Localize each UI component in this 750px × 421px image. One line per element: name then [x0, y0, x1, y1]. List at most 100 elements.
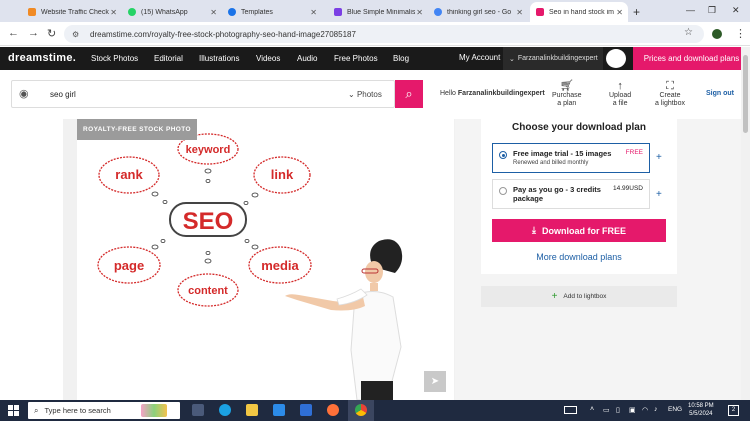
visual-search-eye-icon[interactable]: ◉ — [19, 87, 29, 100]
plan-option-pay-as-you-go[interactable]: Pay as you go - 3 credits package 14.99U… — [492, 179, 650, 209]
google-favicon-icon — [434, 8, 442, 16]
nav-illustrations[interactable]: Illustrations — [199, 54, 239, 63]
close-tab-icon[interactable]: ✕ — [210, 8, 217, 17]
plan-option-free-trial[interactable]: Free image trial - 15 images Renewed and… — [492, 143, 650, 173]
scrollbar-thumb[interactable] — [743, 55, 748, 133]
link-bubble: link — [243, 156, 311, 206]
file-explorer-icon[interactable] — [246, 404, 258, 416]
mail-icon[interactable] — [300, 404, 312, 416]
purchase-plan-button[interactable]: 🛒︎ Purchase a plan — [552, 81, 582, 108]
my-account-link[interactable]: My Account — [459, 53, 500, 62]
close-tab-icon[interactable]: ✕ — [310, 8, 317, 17]
download-plan-title: Choose your download plan — [512, 122, 646, 133]
wifi-icon[interactable]: ◠ — [642, 406, 648, 414]
account-dropdown[interactable]: ⌄ Farzanalinkbuildingexpert — [503, 47, 603, 70]
edge-icon[interactable] — [219, 404, 231, 416]
plan-details-plus-icon[interactable]: + — [656, 152, 662, 163]
radio-selected[interactable] — [499, 151, 507, 159]
bookmark-star-icon[interactable]: ☆ — [684, 27, 693, 38]
taskbar-clock[interactable]: 10:58 PM 5/5/2024 — [688, 402, 714, 418]
prices-button[interactable]: Prices and download plans — [633, 47, 750, 70]
nav-videos[interactable]: Videos — [256, 54, 280, 63]
display-icon[interactable]: ▣ — [629, 406, 636, 414]
bubble-seo-text: SEO — [183, 208, 234, 235]
browser-menu-icon[interactable]: ⋮ — [735, 27, 746, 40]
browser-tab[interactable]: Templates ✕ — [222, 2, 322, 22]
store-icon[interactable] — [273, 404, 285, 416]
plan-details-plus-icon[interactable]: + — [656, 189, 662, 200]
add-to-lightbox-label: Add to lightbox — [563, 293, 607, 300]
left-margin — [0, 119, 63, 400]
url-text: dreamstime.com/royalty-free-stock-photog… — [90, 29, 356, 39]
royalty-free-badge: ROYALTY-FREE STOCK PHOTO — [77, 119, 197, 140]
back-icon[interactable]: ← — [8, 27, 19, 39]
plan-option-price: FREE — [625, 149, 643, 156]
extension-icon[interactable] — [712, 29, 722, 39]
more-download-plans-link[interactable]: More download plans — [492, 252, 666, 262]
forward-icon[interactable]: → — [28, 27, 39, 39]
minimize-icon[interactable]: — — [686, 5, 695, 15]
close-tab-icon[interactable]: ✕ — [516, 8, 523, 17]
close-tab-icon[interactable]: ✕ — [110, 8, 117, 17]
plan-option-label: Free image trial - 15 images — [513, 149, 612, 158]
language-indicator[interactable]: ENG — [668, 406, 682, 413]
site-nav-bar: dreamstime. Stock Photos Editorial Illus… — [0, 47, 750, 70]
browser-tab-strip: Website Traffic Check ✕ (15) WhatsApp ✕ Te… — [0, 0, 750, 22]
site-info-icon[interactable]: ⚙ — [72, 30, 82, 39]
search-icon: ⌕ — [405, 86, 413, 101]
chevron-up-icon[interactable]: ˄ — [590, 406, 594, 413]
search-input[interactable]: ◉ seo girl ⌄ Photos — [11, 80, 395, 108]
firefox-icon[interactable] — [327, 404, 339, 416]
download-button[interactable]: ⤓ Download for FREE — [492, 219, 666, 242]
chrome-taskbar-button[interactable] — [348, 400, 374, 421]
keyboard-icon[interactable] — [564, 406, 577, 414]
upload-file-button[interactable]: ↑ Upload a file — [609, 80, 631, 108]
media-bubble: media — [244, 239, 312, 284]
task-view-icon[interactable] — [192, 404, 204, 416]
content-bubble: content — [177, 250, 239, 307]
create-lightbox-button[interactable]: ⛶ Create a lightbox — [655, 80, 685, 108]
lightbox-icon: ⛶ — [666, 80, 674, 92]
add-to-lightbox-button[interactable]: + Add to lightbox — [481, 286, 677, 307]
notifications-icon[interactable]: 2 — [728, 405, 739, 416]
battery-icon[interactable]: ▯ — [616, 406, 620, 414]
new-tab-button[interactable]: + — [633, 5, 640, 19]
nav-stock-photos[interactable]: Stock Photos — [91, 54, 138, 63]
taskbar-search-input[interactable]: ⌕ Type here to search — [28, 402, 180, 419]
browser-tab[interactable]: (15) WhatsApp ✕ — [122, 2, 222, 22]
search-button[interactable]: ⌕ — [395, 80, 423, 108]
reload-icon[interactable]: ↻ — [47, 27, 56, 40]
bubble-media-text: media — [261, 258, 299, 273]
greeting-username: Farzanalinkbuildingexpert — [457, 90, 545, 97]
search-row: ◉ seo girl ⌄ Photos ⌕ Hello Farzanalinkb… — [0, 70, 750, 119]
lightbox-label-line2: a lightbox — [655, 100, 685, 107]
window-close-icon[interactable]: ✕ — [732, 5, 740, 16]
nav-audio[interactable]: Audio — [297, 54, 317, 63]
upload-arrow-icon: ↑ — [617, 80, 623, 92]
browser-tab-active[interactable]: Seo in hand stock im ✕ — [530, 2, 628, 22]
windows-taskbar: ⌕ Type here to search ˄ ▭ ▯ ▣ ◠ ♪ ENG 10:… — [0, 400, 750, 421]
speaker-icon[interactable]: ♪ — [654, 406, 658, 413]
nav-blog[interactable]: Blog — [393, 54, 409, 63]
purchase-label-line2: a plan — [557, 100, 577, 107]
search-category-select[interactable]: ⌄ Photos — [348, 90, 382, 99]
avatar[interactable] — [606, 49, 626, 68]
browser-tab[interactable]: Blue Simple Minimalis ✕ — [328, 2, 428, 22]
url-field[interactable]: ⚙ dreamstime.com/royalty-free-stock-phot… — [64, 25, 704, 43]
dreamstime-logo[interactable]: dreamstime. — [8, 52, 76, 64]
windows-start-icon[interactable] — [8, 405, 19, 416]
plus-icon: + — [551, 291, 558, 302]
share-icon[interactable]: ➤ — [424, 371, 446, 392]
clock-date: 5/5/2024 — [689, 411, 713, 417]
browser-tab[interactable]: Website Traffic Check ✕ — [22, 2, 122, 22]
nav-free-photos[interactable]: Free Photos — [334, 54, 378, 63]
close-tab-icon[interactable]: ✕ — [616, 8, 623, 17]
nav-editorial[interactable]: Editorial — [154, 54, 183, 63]
close-tab-icon[interactable]: ✕ — [416, 8, 423, 17]
maximize-icon[interactable]: ❐ — [708, 5, 716, 16]
sign-out-link[interactable]: Sign out — [706, 90, 734, 97]
radio-unselected[interactable] — [499, 187, 507, 195]
meet-icon[interactable]: ▭ — [603, 406, 610, 414]
browser-tab[interactable]: thinking girl seo - Go ✕ — [428, 2, 528, 22]
greeting-prefix: Hello — [440, 90, 456, 97]
